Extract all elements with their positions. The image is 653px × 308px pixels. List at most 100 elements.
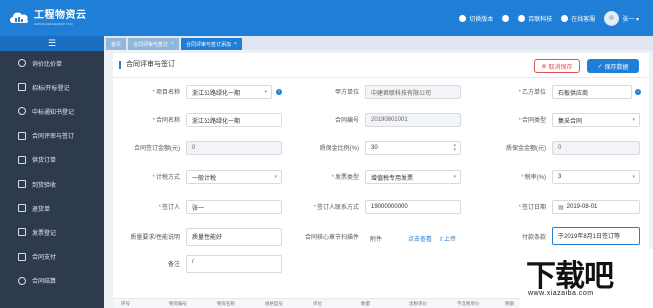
tax-rate-select[interactable]: 3 ▾ [552, 170, 640, 184]
remark-value: / [192, 259, 194, 265]
chevron-down-icon: ▾ [264, 89, 267, 95]
wallet-icon [18, 252, 26, 261]
cancel-button[interactable]: ⊗ 取消保存 [534, 59, 580, 73]
invoice-type-value: 增值税专用发票 [371, 175, 414, 182]
party-b-value: 石板供应商 [558, 90, 589, 97]
deposit-amount-field[interactable]: 0 [552, 141, 640, 155]
sidebar-toggle-button[interactable]: ☰ [0, 36, 104, 51]
project-name-label: 项目名称 [110, 88, 180, 98]
sign-date-picker[interactable]: ▦ 2019-08-01 [552, 200, 640, 214]
signer-contact-value: 19000000000 [371, 204, 408, 210]
signer-field[interactable]: 张一 [186, 200, 282, 214]
upload-link[interactable]: ⇧上传 [439, 234, 456, 243]
sidebar-item-label: 发票登记 [32, 230, 57, 237]
party-a-value: 中建君联科技有限公司 [371, 90, 432, 97]
page-title: 合同评审与签订 [119, 61, 175, 69]
invoice-type-select[interactable]: 增值税专用发票 ▾ [365, 170, 461, 184]
contract-type-select[interactable]: 集采合同 ▾ [552, 113, 640, 127]
online-service-button[interactable]: 在线客服 [561, 14, 595, 23]
contract-no-field[interactable]: 20190801001 [365, 113, 461, 127]
signer-value: 张一 [192, 205, 205, 212]
table-header-cell: 序号 [121, 301, 130, 306]
tax-rate-value: 3 [558, 174, 562, 180]
tab-label: 合同评审与签订添加 [185, 41, 231, 48]
deposit-ratio-stepper[interactable]: 30 ▴ ▾ [365, 141, 461, 155]
stepper-arrows-icon[interactable]: ▴ ▾ [453, 143, 456, 153]
contract-name-field[interactable]: 浙江公路绿化一期 [186, 113, 282, 127]
document-icon [18, 228, 26, 237]
help-icon[interactable]: ? [276, 89, 282, 95]
table-header-cell: 规格型号 [265, 301, 283, 306]
tab-contract-review-add[interactable]: 合同评审与签订添加 × [180, 38, 242, 50]
tax-rate-label: 税率(%) [476, 173, 546, 183]
sign-amount-field[interactable]: 0 [186, 141, 282, 155]
sidebar-item-bidding[interactable]: 招标/开标登记 [0, 75, 104, 99]
headset-icon [561, 14, 569, 22]
sidebar-item-acceptance[interactable]: 到货验收 [0, 172, 104, 196]
close-icon[interactable]: × [171, 41, 174, 47]
building-icon [518, 14, 526, 22]
switch-icon [459, 14, 467, 22]
sidebar-item-label: 退货单 [32, 206, 51, 213]
contract-name-value: 浙江公路绿化一期 [192, 118, 241, 125]
tab-label: 合同评审与签订 [133, 41, 169, 48]
chevron-down-icon: ▾ [632, 174, 635, 180]
help-icon[interactable]: ? [635, 89, 641, 95]
deposit-amount-label: 质保金金额(元) [506, 146, 546, 152]
save-button[interactable]: ✓ 保存数据 [587, 59, 639, 73]
view-attachment-link[interactable]: 点击查看 [408, 234, 432, 243]
tab-home[interactable]: 首页 [106, 38, 127, 50]
contract-no-value: 20190801001 [371, 117, 408, 123]
table-header-cell: 数量 [361, 301, 370, 306]
sidebar-item-contract-review[interactable]: 合同评审与签订 [0, 124, 104, 148]
contract-type-value: 集采合同 [558, 118, 583, 125]
sidebar-item-invoice[interactable]: 发票登记 [0, 220, 104, 244]
sidebar-item-label: 合同支付 [32, 255, 57, 262]
company-button[interactable]: 百联科技 [518, 14, 552, 23]
user-menu[interactable]: 张一 ▾ [604, 10, 639, 26]
table-header-cell: 单位 [313, 301, 322, 306]
pricing-select[interactable]: 一般计税 ▾ [186, 170, 282, 184]
sidebar-item-payment[interactable]: 合同支付 [0, 245, 104, 269]
clock-icon [18, 276, 26, 285]
switch-version-button[interactable]: 切换版本 [459, 14, 493, 23]
chevron-down-icon: ▾ [632, 117, 635, 123]
sidebar-item-inquiry[interactable]: 询价比价单 [0, 51, 104, 75]
contract-no-label: 合同编号 [334, 118, 359, 124]
document-icon [18, 180, 26, 189]
remark-textarea[interactable]: / [186, 255, 282, 273]
cart-icon [18, 155, 26, 164]
remark-label: 备注 [167, 262, 180, 268]
cancel-label: 取消保存 [548, 64, 573, 71]
quality-textarea[interactable]: 质量性能好 [186, 228, 282, 246]
tab-contract-review[interactable]: 合同评审与签订 × [128, 38, 179, 50]
company-label: 百联科技 [528, 16, 553, 23]
contract-type-label: 合同类型 [476, 116, 546, 126]
attachment-text: 附件 [370, 237, 383, 243]
check-icon: ✓ [597, 63, 603, 70]
project-name-select[interactable]: 浙江公路绿化一期 ▾ [186, 85, 272, 99]
payment-terms-textarea[interactable]: 于2019年8月1日签订等 [552, 227, 640, 245]
table-header-cell: 不含税单价 [457, 301, 480, 306]
sidebar-item-label: 供货订单 [32, 158, 57, 165]
party-b-field[interactable]: 石板供应商 [552, 85, 632, 99]
help-icon[interactable] [502, 14, 510, 22]
watermark: 下载吧 www.xiazaiba.com [520, 249, 653, 308]
divider [113, 77, 649, 78]
sidebar-item-return[interactable]: 退货单 [0, 196, 104, 220]
pricing-value: 一般计税 [192, 175, 217, 182]
sidebar: ☰ 询价比价单 招标/开标登记 中标通知书登记 合同评审与签订 供货订单 到货验… [0, 36, 104, 308]
close-icon[interactable]: × [234, 41, 237, 47]
chevron-down-icon: ▾ [274, 174, 277, 180]
document-icon [18, 83, 26, 92]
tab-label: 首页 [111, 41, 122, 48]
signer-contact-field[interactable]: 19000000000 [365, 200, 461, 214]
sidebar-item-settlement[interactable]: 合同结算 [0, 269, 104, 293]
sidebar-item-label: 中标通知书登记 [32, 109, 75, 116]
sidebar-item-label: 到货验收 [32, 182, 57, 189]
party-a-field[interactable]: 中建君联科技有限公司 [365, 85, 461, 99]
user-name: 张一 ▾ [622, 16, 639, 23]
sidebar-item-supply-order[interactable]: 供货订单 [0, 148, 104, 172]
sidebar-item-award-notice[interactable]: 中标通知书登记 [0, 99, 104, 123]
sign-date-value: 2019-08-01 [566, 204, 598, 210]
